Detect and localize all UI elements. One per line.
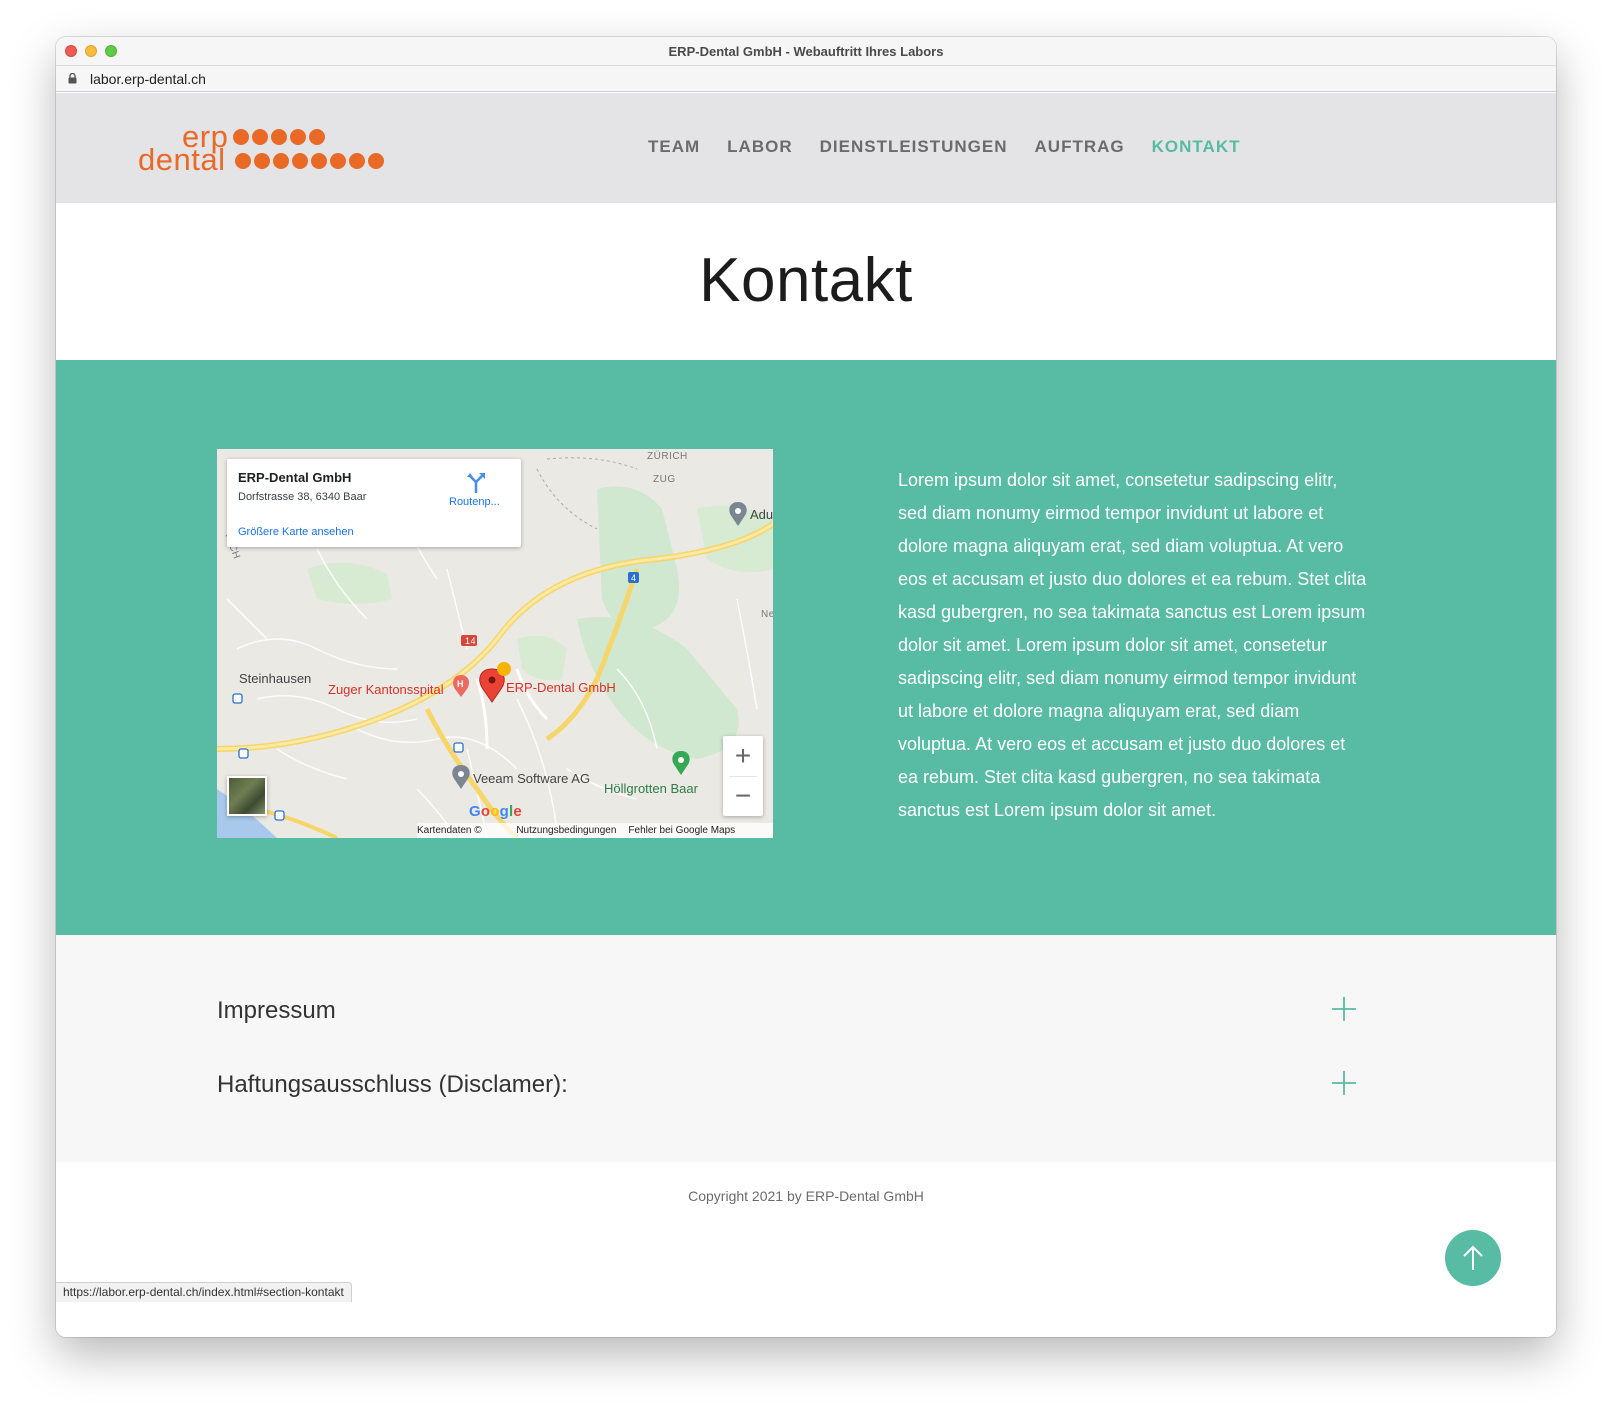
map-label-ne: Ne [761, 609, 773, 620]
accordion-disclaimer[interactable]: Haftungsausschluss (Disclamer): [217, 1061, 1357, 1111]
accordion-section: Impressum Haftungsausschluss (Disclamer)… [56, 935, 1556, 1162]
map-label-hoellgrotten[interactable]: Höllgrotten Baar [604, 781, 698, 796]
accordion-impressum[interactable]: Impressum [217, 987, 1357, 1037]
nav-item-auftrag[interactable]: AUFTRAG [1035, 137, 1125, 157]
nav-item-labor[interactable]: LABOR [727, 137, 792, 157]
site-footer: Copyright 2021 by ERP-Dental GmbH [56, 1162, 1556, 1337]
zoom-out-button[interactable]: − [723, 776, 763, 816]
map-info-card: ERP-Dental GmbH Dorfstrasse 38, 6340 Baa… [227, 459, 521, 547]
terms-link[interactable]: Nutzungsbedingungen [516, 823, 616, 838]
accordion-title: Haftungsausschluss (Disclamer): [217, 1071, 568, 1098]
map-label-adu: Adu [750, 507, 773, 522]
larger-map-link[interactable]: Größere Karte ansehen [238, 526, 354, 538]
web-page: erp dental TEAM LABOR DIENSTLEISTUNGEN A… [56, 93, 1556, 1337]
map-label-zurich: ZÜRICH [647, 451, 688, 462]
logo-text-dental: dental [138, 142, 226, 177]
plus-icon[interactable] [1331, 1070, 1357, 1096]
map-label-kantonsspital[interactable]: Zuger Kantonsspital [328, 682, 444, 697]
satellite-view-toggle[interactable] [227, 776, 267, 816]
address-bar[interactable]: labor.erp-dental.ch [56, 66, 1556, 92]
map-route-4-label: 4 [631, 573, 637, 583]
report-error-link[interactable]: Fehler bei Google Maps melden [628, 823, 767, 838]
map-card-name: ERP-Dental GmbH [238, 470, 352, 485]
map-label-zug: ZUG [653, 474, 676, 485]
svg-text:H: H [457, 679, 464, 689]
logo-dots-top [233, 129, 325, 145]
nav-item-kontakt[interactable]: KONTAKT [1152, 137, 1241, 157]
map-label-erp-dental[interactable]: ERP-Dental GmbH [506, 680, 616, 695]
site-header: erp dental TEAM LABOR DIENSTLEISTUNGEN A… [56, 93, 1556, 203]
browser-window: ERP-Dental GmbH - Webauftritt Ihres Labo… [56, 37, 1556, 1337]
contact-text: Lorem ipsum dolor sit amet, consetetur s… [898, 470, 1367, 820]
logo-dots-bottom [235, 153, 384, 169]
map-attribution: Kartendaten © 2021 Nutzungsbedingungen F… [417, 823, 773, 838]
url-text[interactable]: labor.erp-dental.ch [90, 71, 206, 87]
status-bar-link: https://labor.erp-dental.ch/index.html#s… [56, 1282, 352, 1302]
directions-link[interactable]: Routenp... [449, 496, 500, 508]
window-title: ERP-Dental GmbH - Webauftritt Ihres Labo… [668, 44, 944, 59]
nav-item-team[interactable]: TEAM [648, 137, 700, 157]
copyright-text: Copyright 2021 by ERP-Dental GmbH [688, 1188, 924, 1204]
map-route-14-label: 14 [465, 636, 477, 646]
scroll-to-top-button[interactable] [1445, 1230, 1501, 1286]
accordion-title: Impressum [217, 997, 336, 1024]
map-label-steinhausen: Steinhausen [239, 671, 312, 686]
nav-item-dienstleistungen[interactable]: DIENSTLEISTUNGEN [820, 137, 1008, 157]
lock-icon [68, 73, 77, 84]
google-map[interactable]: H ZÜRICH ZUG Adu Ne 14 4 Steinhausen Zug… [217, 449, 773, 838]
main-nav: TEAM LABOR DIENSTLEISTUNGEN AUFTRAG KONT… [648, 137, 1240, 157]
map-card-address: Dorfstrasse 38, 6340 Baar [238, 491, 367, 503]
map-zoom-control: + − [723, 736, 763, 816]
contact-section: H ZÜRICH ZUG Adu Ne 14 4 Steinhausen Zug… [56, 360, 1556, 935]
zoom-in-button[interactable]: + [723, 736, 763, 776]
directions-icon[interactable] [465, 471, 487, 493]
erp-dental-logo[interactable]: erp dental [138, 121, 388, 177]
window-titlebar: ERP-Dental GmbH - Webauftritt Ihres Labo… [56, 37, 1556, 66]
plus-icon[interactable] [1331, 996, 1357, 1022]
google-logo: Google [469, 803, 522, 820]
title-section: Kontakt [56, 203, 1556, 360]
map-data-credit[interactable]: Kartendaten © 2021 [417, 823, 504, 838]
arrow-up-icon [1463, 1245, 1483, 1270]
page-title: Kontakt [699, 246, 913, 315]
map-label-veeam[interactable]: Veeam Software AG [473, 771, 590, 786]
